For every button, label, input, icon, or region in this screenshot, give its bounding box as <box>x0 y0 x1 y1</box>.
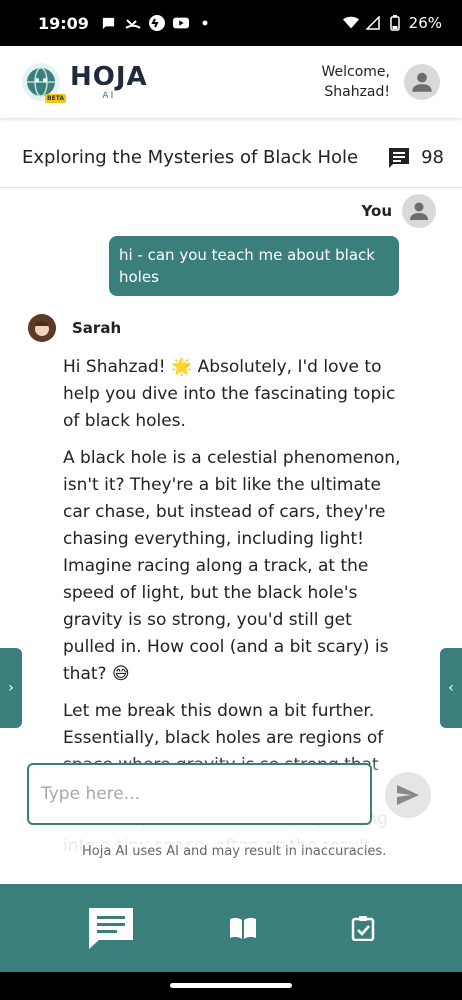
book-icon <box>230 917 256 939</box>
app-logo[interactable]: BETA <box>22 63 66 103</box>
ai-disclaimer: Hoja AI uses AI and may result in inaccu… <box>82 844 387 859</box>
welcome-line-2: Shahzad! <box>324 84 390 100</box>
app-header: BETA HOJA AI Welcome, Shahzad! <box>0 46 462 118</box>
assistant-portrait-icon <box>28 314 56 342</box>
battery-percent: 26% <box>408 14 442 32</box>
nav-chat[interactable] <box>87 906 135 950</box>
gesture-area <box>0 972 462 1000</box>
battery-icon <box>387 15 403 31</box>
user-label: You <box>361 202 392 220</box>
beta-badge: BETA <box>45 94 66 103</box>
user-icon <box>410 202 428 220</box>
nav-tasks[interactable] <box>351 915 375 941</box>
status-bar: 19:09 26% <box>0 0 462 46</box>
signal-icon <box>365 15 381 31</box>
bottom-navigation <box>0 884 462 972</box>
user-message-bubble: hi - can you teach me about black holes <box>109 236 399 296</box>
youtube-icon <box>172 15 189 31</box>
message-icon <box>389 147 410 168</box>
message-count: 98 <box>387 146 444 170</box>
welcome-text: Welcome, Shahzad! <box>322 62 391 102</box>
send-icon <box>397 785 419 805</box>
chat-icon <box>89 908 133 949</box>
chevron-right-icon: › <box>8 680 14 696</box>
conversation-title-bar: Exploring the Mysteries of Black Hole 98 <box>0 128 462 188</box>
nav-library[interactable] <box>229 916 257 940</box>
right-drawer-tab[interactable]: ‹ <box>440 648 462 728</box>
assistant-name: Sarah <box>72 319 122 337</box>
message-input[interactable] <box>27 763 372 825</box>
assistant-paragraph: A black hole is a celestial phenomenon, … <box>63 448 401 684</box>
dot-icon <box>197 15 213 31</box>
status-time: 19:09 <box>38 13 89 33</box>
message-count-value: 98 <box>421 147 444 168</box>
assistant-header: Sarah <box>28 314 121 342</box>
missed-call-icon <box>125 15 141 31</box>
shazam-icon <box>148 15 165 31</box>
send-button[interactable] <box>385 772 431 818</box>
user-icon <box>412 72 432 92</box>
assistant-paragraph: Hi Shahzad! 🌟 Absolutely, I'd love to he… <box>63 357 396 431</box>
welcome-line-1: Welcome, <box>321 64 391 80</box>
clipboard-check-icon <box>351 916 375 941</box>
logo-sub-text: AI <box>102 90 116 101</box>
home-gesture-bar[interactable] <box>170 983 292 988</box>
user-avatar <box>402 194 436 228</box>
assistant-avatar <box>28 314 56 342</box>
user-header: You <box>362 194 436 228</box>
conversation-title: Exploring the Mysteries of Black Hole <box>22 147 359 168</box>
left-drawer-tab[interactable]: › <box>0 648 22 728</box>
chat-bubble-icon <box>101 15 117 31</box>
logo-main-text: HOJA <box>70 61 148 92</box>
logo-wordmark: HOJA AI <box>70 64 148 101</box>
chevron-left-icon: ‹ <box>448 680 454 696</box>
profile-avatar[interactable] <box>404 64 440 100</box>
wifi-icon <box>342 15 359 31</box>
